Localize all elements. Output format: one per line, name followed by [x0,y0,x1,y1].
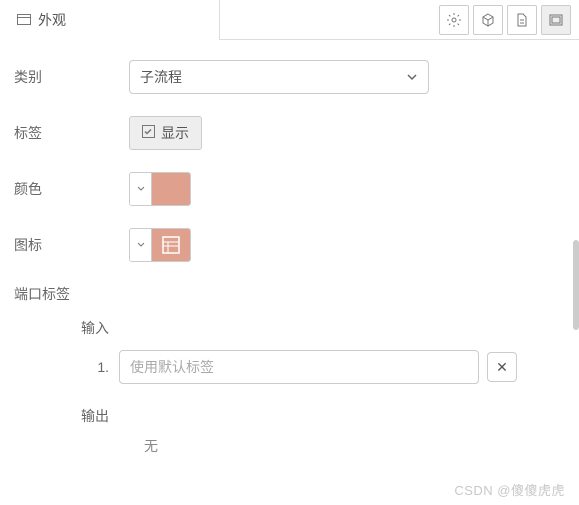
row-port-labels: 端口标签 [14,284,565,304]
check-icon [142,125,155,141]
label-output: 输出 [14,406,119,426]
cube-icon[interactable] [473,5,503,35]
watermark: CSDN @傻傻虎虎 [454,480,565,499]
row-category: 类别 子流程 [14,60,565,94]
row-color: 颜色 [14,172,565,206]
topbar: 外观 [0,0,579,40]
toggle-show-tag[interactable]: 显示 [129,116,202,150]
label-category: 类别 [14,67,129,87]
row-icon: 图标 [14,228,565,262]
clear-button[interactable]: ✕ [487,352,517,382]
scrollbar[interactable] [573,240,579,330]
label-port: 端口标签 [14,284,129,304]
toolbar [431,0,579,39]
row-output-header: 输出 [14,406,565,426]
layout-icon[interactable] [541,5,571,35]
caret-down-icon[interactable] [130,229,152,261]
icon-preview [152,229,190,261]
row-tag: 标签 显示 [14,116,565,150]
gear-icon[interactable] [439,5,469,35]
label-color: 颜色 [14,179,129,199]
label-tag: 标签 [14,123,129,143]
form: 类别 子流程 标签 显示 颜色 图标 端口标签 输入 1. ✕ [0,40,579,466]
tab-appearance[interactable]: 外观 [0,0,220,40]
input-index: 1. [14,359,119,375]
icon-picker[interactable] [129,228,191,262]
output-none: 无 [14,436,565,456]
caret-down-icon[interactable] [130,173,152,205]
color-picker[interactable] [129,172,191,206]
input-port-label-1[interactable] [119,350,479,384]
label-icon: 图标 [14,235,129,255]
tab-title: 外观 [38,10,66,30]
label-input: 输入 [14,318,119,338]
appearance-icon [16,12,32,28]
row-input-header: 输入 [14,318,565,338]
row-input-1: 1. ✕ [14,350,565,384]
toggle-show-tag-label: 显示 [161,123,189,143]
document-icon[interactable] [507,5,537,35]
x-icon: ✕ [496,359,508,376]
select-category[interactable]: 子流程 [129,60,429,94]
color-swatch [152,173,190,205]
